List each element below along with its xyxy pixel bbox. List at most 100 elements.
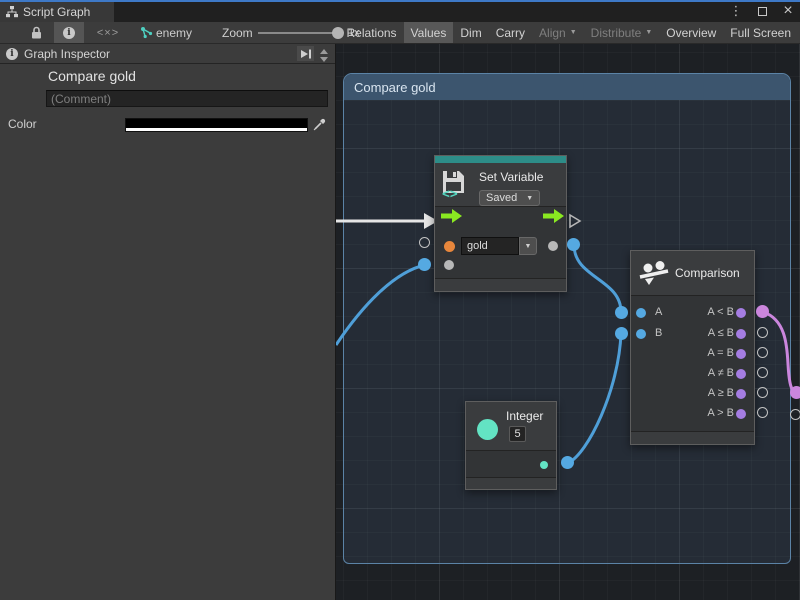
wire-endpoint-purple[interactable] — [790, 386, 800, 399]
integer-header[interactable]: Integer 5 — [466, 402, 556, 451]
control-continue-indicator[interactable] — [568, 213, 582, 229]
group-title: Compare gold — [354, 80, 436, 95]
align-dropdown[interactable]: Align▼ — [532, 22, 584, 43]
graph-asset-name[interactable]: enemy — [156, 22, 192, 43]
chevron-down-icon: ▼ — [526, 195, 533, 202]
integer-title: Integer — [506, 409, 543, 423]
edit-source-button[interactable]: <×> — [92, 22, 124, 43]
integer-icon — [477, 419, 498, 440]
variable-dropdown-button[interactable]: ▼ — [519, 237, 537, 255]
fullscreen-button[interactable]: Full Screen — [723, 22, 798, 43]
unconnected-port-indicator[interactable] — [757, 347, 768, 358]
kebab-menu-icon[interactable]: ⋮ — [728, 3, 744, 19]
output-port-greater[interactable] — [736, 409, 746, 419]
comparison-footer — [631, 431, 754, 444]
close-icon[interactable]: × — [780, 3, 796, 19]
unconnected-port-indicator[interactable] — [419, 237, 430, 248]
dim-button[interactable]: Dim — [453, 22, 488, 43]
control-output-port[interactable] — [543, 209, 564, 223]
comparison-title: Comparison — [675, 266, 740, 280]
output-port-less[interactable] — [736, 308, 746, 318]
chevron-down-icon: ▼ — [525, 243, 532, 250]
eyedropper-button[interactable] — [310, 116, 329, 133]
wire-endpoint-purple[interactable] — [756, 305, 769, 318]
focus-accent-line — [0, 0, 800, 2]
chevron-down-icon: ▼ — [645, 29, 652, 36]
scroll-up-icon[interactable] — [320, 49, 328, 54]
value-input-port[interactable] — [444, 260, 454, 270]
carry-button[interactable]: Carry — [489, 22, 532, 43]
output-port-equal[interactable] — [736, 349, 746, 359]
output-label-equal: A = B — [707, 347, 734, 359]
code-icon: <×> — [97, 27, 119, 39]
output-port-lessequal[interactable] — [736, 329, 746, 339]
unconnected-port-indicator[interactable] — [790, 409, 800, 420]
output-label-notequal: A ≠ B — [708, 367, 734, 379]
variable-scope-dropdown[interactable]: Saved ▼ — [479, 190, 540, 206]
window-controls: ⋮ × — [728, 2, 796, 20]
output-label-lessequal: A ≤ B — [708, 327, 734, 339]
variable-name-port[interactable] — [444, 241, 455, 252]
node-integer[interactable]: Integer 5 — [465, 401, 557, 490]
comparison-icon — [639, 261, 669, 287]
output-port-notequal[interactable] — [736, 369, 746, 379]
lock-button[interactable] — [24, 22, 48, 43]
zoom-slider-track[interactable] — [258, 32, 340, 34]
script-graph-icon — [6, 6, 18, 18]
graph-inspector-title: Graph Inspector — [24, 47, 110, 61]
color-label: Color — [8, 117, 37, 131]
maximize-icon[interactable] — [754, 3, 770, 19]
integer-output-port[interactable] — [540, 461, 548, 469]
wire-endpoint-blue[interactable] — [418, 258, 431, 271]
node-set-variable[interactable]: <> Set Variable Saved ▼ gold ▼ — [434, 155, 567, 292]
comparison-header[interactable]: Comparison — [631, 251, 754, 296]
lock-icon — [31, 26, 42, 39]
distribute-dropdown[interactable]: Distribute▼ — [584, 22, 660, 43]
zoom-label: Zoom — [222, 22, 253, 43]
value-output-port[interactable] — [548, 241, 558, 251]
integer-value-field[interactable]: 5 — [509, 426, 526, 442]
wire-endpoint-blue[interactable] — [567, 238, 580, 251]
wire-endpoint-blue[interactable] — [615, 306, 628, 319]
input-port-a[interactable] — [636, 308, 646, 318]
variable-name-dropdown[interactable]: gold — [461, 237, 519, 255]
scroll-down-icon[interactable] — [320, 57, 328, 62]
info-icon: i — [6, 48, 18, 60]
unconnected-port-indicator[interactable] — [757, 407, 768, 418]
unconnected-port-indicator[interactable] — [757, 367, 768, 378]
input-port-b[interactable] — [636, 329, 646, 339]
overview-button[interactable]: Overview — [659, 22, 723, 43]
input-label-b: B — [655, 327, 662, 339]
control-input-port[interactable] — [441, 209, 462, 223]
set-variable-accent-bar — [435, 156, 566, 163]
title-bar: Script Graph ⋮ × — [0, 0, 800, 22]
output-label-greater: A > B — [707, 407, 734, 419]
unconnected-port-indicator[interactable] — [757, 327, 768, 338]
graph-canvas[interactable]: Compare gold <> Set Variable Saved ▼ — [336, 44, 800, 600]
comment-input[interactable] — [46, 90, 328, 107]
dock-panel-button[interactable] — [297, 46, 314, 61]
values-button[interactable]: Values — [404, 22, 454, 43]
node-comparison[interactable]: Comparison A B A < B A ≤ B A = B A ≠ B A… — [630, 250, 755, 445]
graph-toolbar: i <×> enemy Zoom 1x Relations Values Dim… — [0, 22, 800, 44]
output-label-less: A < B — [707, 306, 734, 318]
group-header[interactable]: Compare gold — [344, 74, 790, 100]
output-port-greaterequal[interactable] — [736, 389, 746, 399]
graph-inspector-panel: i Graph Inspector Compare gold Color — [0, 44, 336, 600]
graph-inspector-header: i Graph Inspector — [0, 44, 335, 64]
unconnected-port-indicator[interactable] — [757, 387, 768, 398]
wire-endpoint-blue[interactable] — [615, 327, 628, 340]
svg-text:<>: <> — [442, 187, 458, 199]
wire-endpoint-blue[interactable] — [561, 456, 574, 469]
integer-footer — [466, 477, 556, 489]
output-label-greaterequal: A ≥ B — [708, 387, 734, 399]
color-swatch[interactable] — [125, 118, 308, 132]
tab-script-graph[interactable]: Script Graph — [0, 2, 114, 22]
set-variable-footer — [435, 278, 566, 291]
info-icon: i — [63, 27, 75, 39]
dock-right-icon — [300, 49, 312, 59]
relations-button[interactable]: Relations — [340, 22, 404, 43]
set-variable-header[interactable]: <> Set Variable Saved ▼ — [435, 163, 566, 207]
save-variable-icon: <> — [441, 169, 467, 199]
inspector-toggle-button[interactable]: i — [54, 22, 84, 43]
